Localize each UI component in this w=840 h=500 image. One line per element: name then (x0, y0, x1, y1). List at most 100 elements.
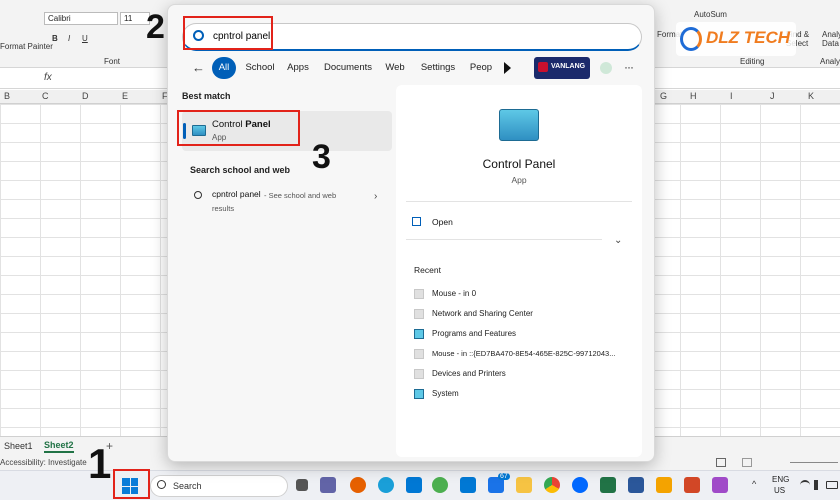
underline-button[interactable]: U (82, 34, 88, 43)
taskbar-search[interactable]: Search (150, 475, 288, 497)
highlight-search-box (183, 16, 273, 50)
font-name-select[interactable]: Calibri (44, 12, 118, 25)
recent-heading: Recent (414, 265, 441, 275)
back-arrow-icon[interactable]: ← (192, 60, 205, 75)
accessibility-status[interactable]: Accessibility: Investigate (0, 458, 87, 467)
task-view-icon[interactable] (296, 479, 308, 491)
format-painter-label[interactable]: Format Painter (0, 42, 53, 51)
actions-divider (406, 239, 602, 240)
lang-bottom[interactable]: US (774, 486, 785, 495)
lang-top[interactable]: ENG (772, 475, 789, 484)
word-icon[interactable] (628, 477, 644, 493)
web-search-suffix: - See school and web results (212, 191, 337, 213)
zalo-icon[interactable] (572, 477, 588, 493)
col-header-h[interactable]: H (690, 91, 697, 101)
step-number-1: 1 (88, 440, 112, 487)
filter-settings[interactable]: Settings (416, 57, 460, 79)
school-web-item[interactable]: cpntrol panel - See school and web resul… (182, 187, 392, 213)
volume-icon[interactable] (814, 480, 822, 490)
taskbar-search-icon (157, 480, 166, 489)
font-group-label: Font (104, 57, 121, 66)
sheet-tab-sheet1[interactable]: Sheet1 (4, 441, 33, 451)
mouse-guid-icon (414, 349, 424, 359)
org-logo-icon (538, 62, 548, 72)
show-hidden-icons-icon[interactable]: ^ (752, 479, 756, 489)
dlz-tech-logo: DLZ TECH (676, 22, 796, 56)
editing-group-label: Editing (740, 57, 765, 66)
col-header-i[interactable]: I (730, 91, 733, 101)
highlight-best-match (177, 110, 300, 146)
step-number-3: 3 (312, 138, 331, 176)
step-number-2: 2 (146, 8, 165, 46)
bold-button[interactable]: B (52, 34, 58, 43)
col-header-b[interactable]: B (4, 91, 10, 101)
open-action[interactable]: Open (406, 215, 632, 231)
more-filters-arrow-icon[interactable] (504, 62, 511, 74)
col-header-d[interactable]: D (82, 91, 89, 101)
zoom-slider[interactable] (790, 462, 838, 463)
highlight-start-button (113, 469, 150, 499)
paint-icon[interactable] (656, 477, 672, 493)
filter-apps[interactable]: Apps (284, 57, 312, 79)
col-header-k[interactable]: K (808, 91, 814, 101)
logo-text: DLZ TECH (706, 28, 791, 47)
more-options-icon[interactable]: ··· (624, 60, 634, 74)
web-search-icon (194, 191, 202, 199)
col-header-c[interactable]: C (42, 91, 49, 101)
excel-taskbar-icon[interactable] (600, 477, 616, 493)
control-panel-large-icon (499, 109, 539, 141)
powerpoint-icon[interactable] (684, 477, 700, 493)
open-label: Open (432, 217, 453, 227)
taskbar-search-label: Search (173, 481, 202, 491)
results-list: Best match Control Panel App Search scho… (182, 91, 392, 213)
page-layout-icon[interactable] (742, 458, 752, 467)
outlook-icon[interactable] (460, 477, 476, 493)
filter-documents[interactable]: Documents (320, 57, 376, 79)
teams-icon[interactable] (320, 477, 336, 493)
programs-icon (414, 329, 424, 339)
wifi-icon[interactable] (800, 480, 810, 490)
preview-pane: Control Panel App Open ⌄ Recent Mouse - … (396, 85, 642, 457)
preview-divider (406, 201, 632, 202)
chrome-icon[interactable] (544, 477, 560, 493)
battery-icon[interactable] (826, 481, 838, 489)
filter-web[interactable]: Web (382, 57, 408, 79)
org-badge[interactable]: VANLANG (534, 57, 590, 79)
sheet-tab-sheet2[interactable]: Sheet2 (44, 440, 74, 453)
edge-icon[interactable] (378, 477, 394, 493)
firefox-icon[interactable] (350, 477, 366, 493)
expand-chevron-icon[interactable]: ⌄ (614, 235, 622, 246)
filter-all[interactable]: All (212, 57, 236, 79)
col-header-e[interactable]: E (122, 91, 128, 101)
system-icon (414, 389, 424, 399)
logo-mark-icon (680, 27, 702, 51)
mail-badge: 67 (498, 473, 510, 480)
explorer-icon[interactable] (432, 477, 448, 493)
filter-people[interactable]: Peop (466, 57, 496, 79)
filter-bar: ← All School Apps Documents Web Settings… (182, 57, 642, 81)
school-web-heading: Search school and web (190, 165, 291, 175)
col-header-j[interactable]: J (770, 91, 775, 101)
preview-type: App (511, 175, 527, 185)
analysis-group-label: Analysis (820, 57, 840, 66)
col-header-g[interactable]: G (660, 91, 667, 101)
folder-icon[interactable] (516, 477, 532, 493)
mouse-icon (414, 289, 424, 299)
start-search-panel: cpntrol panel ← All School Apps Document… (167, 4, 655, 462)
store-icon[interactable] (406, 477, 422, 493)
autosum-button[interactable]: AutoSum (694, 10, 727, 19)
normal-view-icon[interactable] (716, 458, 726, 467)
best-match-heading: Best match (182, 91, 231, 101)
italic-button[interactable]: I (68, 34, 70, 43)
chevron-right-icon: › (374, 191, 378, 202)
org-badge-text: VANLANG (551, 63, 586, 70)
preview-title: Control Panel (482, 157, 556, 171)
open-icon (412, 217, 421, 226)
fx-icon: fx (44, 72, 52, 83)
analyze-data-button[interactable]: Analyze Data (822, 30, 840, 48)
network-icon (414, 309, 424, 319)
devices-icon (414, 369, 424, 379)
app-icon[interactable] (712, 477, 728, 493)
filter-school[interactable]: School (242, 57, 278, 79)
profile-avatar[interactable] (600, 62, 612, 74)
